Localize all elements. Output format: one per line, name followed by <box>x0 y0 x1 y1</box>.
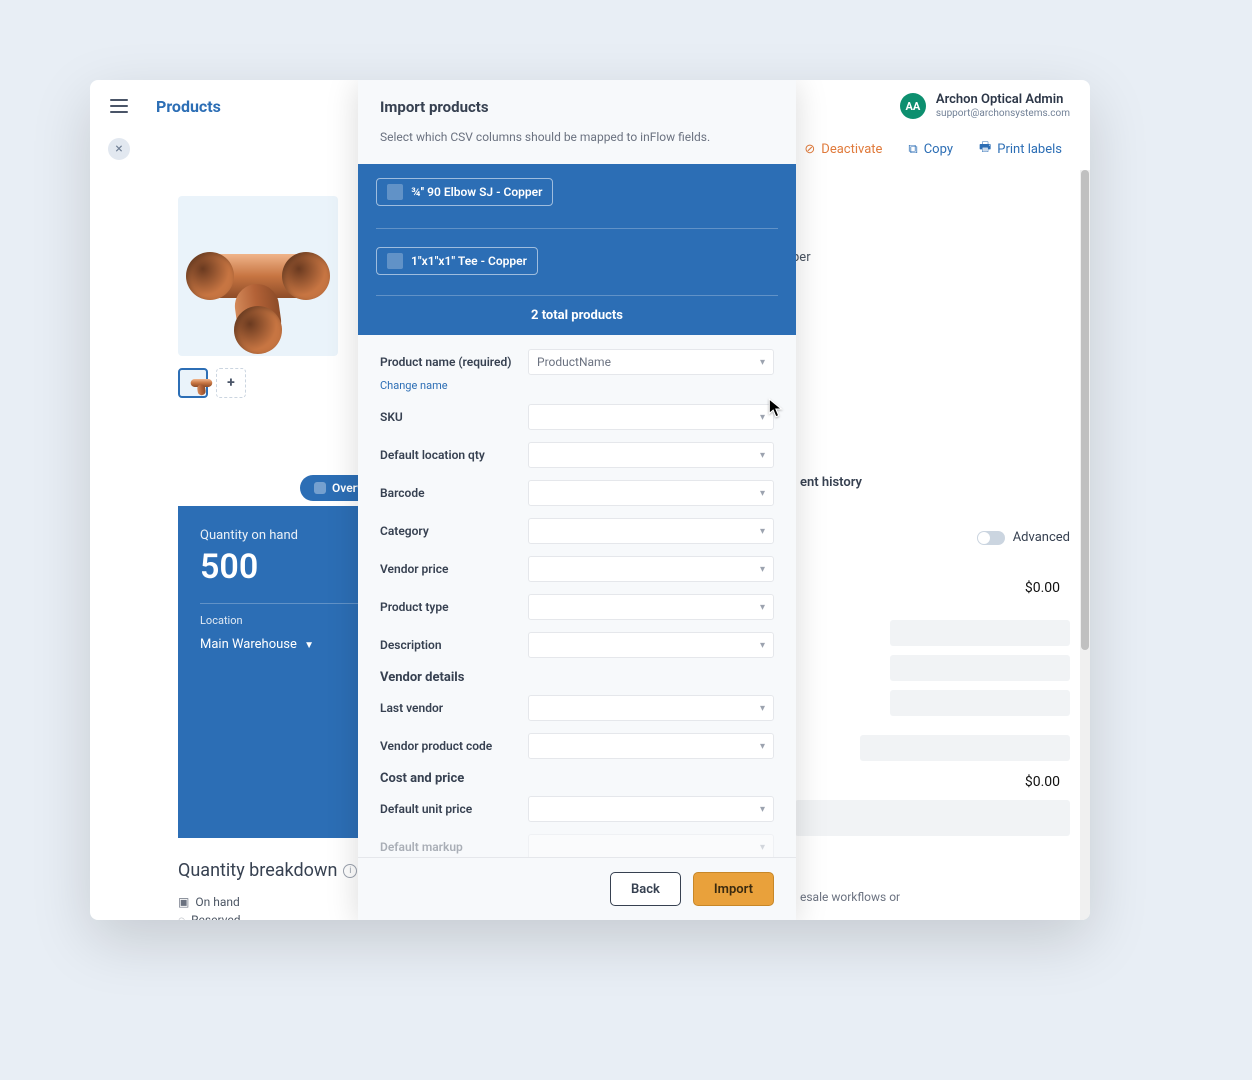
preview-band: ¾'' 90 Elbow SJ - Copper 1"x1"x1" Tee - … <box>358 164 796 335</box>
select-last-vendor[interactable]: ▾ <box>528 695 774 721</box>
import-button[interactable]: Import <box>693 872 774 906</box>
field-last-vendor: Last vendor ▾ <box>380 695 774 721</box>
chevron-down-icon: ▾ <box>760 412 765 423</box>
field-barcode: Barcode ▾ <box>380 480 774 506</box>
select-category[interactable]: ▾ <box>528 518 774 544</box>
select-vendor-product-code[interactable]: ▾ <box>528 733 774 759</box>
mapping-body: Product name (required) ProductName ▾ Ch… <box>358 335 796 857</box>
chevron-down-icon: ▾ <box>760 640 765 651</box>
change-name-link[interactable]: Change name <box>380 379 774 392</box>
field-default-location-qty: Default location qty ▾ <box>380 442 774 468</box>
modal-backdrop: Import products Select which CSV columns… <box>90 80 1090 920</box>
vendor-details-heading: Vendor details <box>380 670 774 685</box>
field-sku: SKU ▾ <box>380 404 774 430</box>
chevron-down-icon: ▾ <box>760 450 765 461</box>
select-default-unit-price[interactable]: ▾ <box>528 796 774 822</box>
modal-footer: Back Import <box>358 857 796 920</box>
chevron-down-icon: ▾ <box>760 526 765 537</box>
modal-subtitle: Select which CSV columns should be mappe… <box>380 130 774 144</box>
chevron-down-icon: ▾ <box>760 741 765 752</box>
field-default-markup: Default markup ▾ <box>380 834 774 857</box>
select-product-name[interactable]: ProductName ▾ <box>528 349 774 375</box>
cost-price-heading: Cost and price <box>380 771 774 786</box>
document-icon <box>387 184 403 200</box>
select-default-location-qty[interactable]: ▾ <box>528 442 774 468</box>
select-sku[interactable]: ▾ <box>528 404 774 430</box>
chevron-down-icon: ▾ <box>760 842 765 853</box>
chevron-down-icon: ▾ <box>760 703 765 714</box>
app-window: Products AA Archon Optical Admin support… <box>90 80 1090 920</box>
chevron-down-icon: ▾ <box>760 804 765 815</box>
document-icon <box>387 253 403 269</box>
chevron-down-icon: ▾ <box>760 357 765 368</box>
total-products-label: 2 total products <box>376 296 778 335</box>
field-category: Category ▾ <box>380 518 774 544</box>
field-vendor-product-code: Vendor product code ▾ <box>380 733 774 759</box>
import-products-modal: Import products Select which CSV columns… <box>358 80 796 920</box>
select-product-type[interactable]: ▾ <box>528 594 774 620</box>
chevron-down-icon: ▾ <box>760 564 765 575</box>
select-vendor-price[interactable]: ▾ <box>528 556 774 582</box>
select-default-markup[interactable]: ▾ <box>528 834 774 857</box>
select-barcode[interactable]: ▾ <box>528 480 774 506</box>
preview-item: ¾'' 90 Elbow SJ - Copper <box>376 178 553 206</box>
field-default-unit-price: Default unit price ▾ <box>380 796 774 822</box>
field-product-type: Product type ▾ <box>380 594 774 620</box>
chevron-down-icon: ▾ <box>760 602 765 613</box>
field-vendor-price: Vendor price ▾ <box>380 556 774 582</box>
chevron-down-icon: ▾ <box>760 488 765 499</box>
modal-title: Import products <box>380 98 774 116</box>
select-description[interactable]: ▾ <box>528 632 774 658</box>
preview-item: 1"x1"x1" Tee - Copper <box>376 247 538 275</box>
back-button[interactable]: Back <box>610 872 681 906</box>
field-description: Description ▾ <box>380 632 774 658</box>
field-product-name: Product name (required) ProductName ▾ <box>380 349 774 375</box>
